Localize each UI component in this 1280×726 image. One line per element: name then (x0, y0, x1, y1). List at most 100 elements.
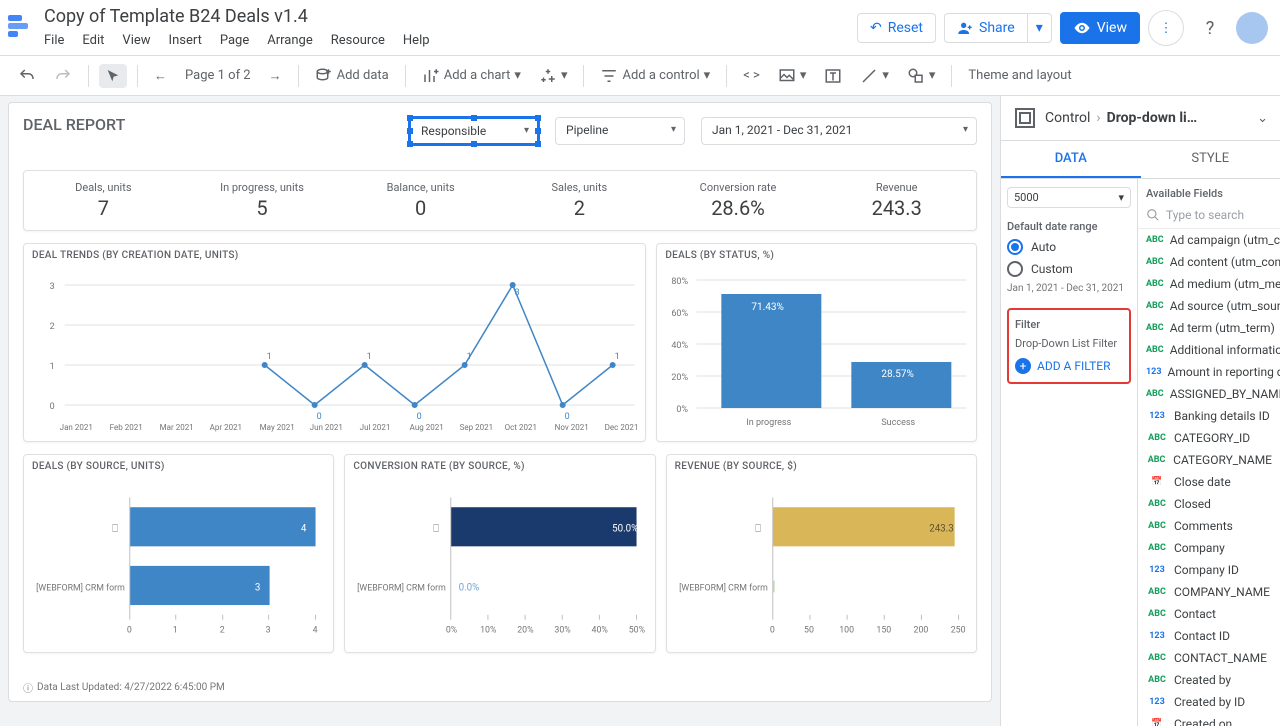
field-label: Banking details ID (1174, 409, 1270, 423)
svg-text:0: 0 (127, 625, 132, 635)
chevron-down-icon: ▾ (1118, 191, 1124, 204)
status-chart: 80%60%40%20%0% 71.43% 28.57% In progress… (665, 265, 968, 435)
field-item[interactable]: ABCAd content (utm_cont… (1138, 251, 1280, 273)
menu-view[interactable]: View (122, 33, 150, 48)
svg-text:2: 2 (50, 322, 55, 332)
field-item[interactable]: ABCAd term (utm_term) (1138, 317, 1280, 339)
redo-button[interactable] (48, 63, 78, 89)
text-button[interactable] (818, 63, 848, 89)
field-item[interactable]: ABCAd campaign (utm_ca… (1138, 229, 1280, 251)
menu-resource[interactable]: Resource (331, 33, 385, 48)
field-label: Created by ID (1174, 695, 1245, 709)
account-avatar[interactable] (1236, 12, 1268, 44)
field-item[interactable]: 📅Created on (1138, 713, 1280, 726)
field-item[interactable]: ABCCreated by (1138, 669, 1280, 691)
field-item[interactable]: ABCAdditional information (1138, 339, 1280, 361)
share-button[interactable]: Share (944, 13, 1028, 43)
line-button[interactable]: ▾ (854, 63, 895, 89)
svg-text:0: 0 (317, 412, 322, 422)
field-item[interactable]: ABCCompany (1138, 537, 1280, 559)
share-dropdown[interactable]: ▾ (1028, 13, 1052, 43)
field-item[interactable]: 📅Close date (1138, 471, 1280, 493)
filter-subtitle: Drop-Down List Filter (1015, 337, 1123, 350)
field-item[interactable]: 123Banking details ID (1138, 405, 1280, 427)
next-page[interactable]: → (263, 64, 288, 88)
field-search[interactable]: Type to search (1138, 204, 1280, 229)
ddr-label: Default date range (1007, 220, 1131, 233)
undo-button[interactable] (12, 63, 42, 89)
svg-text:Mar 2021: Mar 2021 (160, 423, 194, 432)
field-type-icon: 123 (1146, 631, 1168, 641)
tab-style[interactable]: STYLE (1141, 141, 1280, 178)
menu-edit[interactable]: Edit (82, 33, 104, 48)
looker-studio-logo[interactable] (8, 12, 36, 40)
field-item[interactable]: 123Amount in reporting c… (1138, 361, 1280, 383)
undo-icon: ↶ (870, 20, 882, 36)
field-type-icon: ABC (1146, 499, 1168, 509)
field-item[interactable]: ABCASSIGNED_BY_NAME (1138, 383, 1280, 405)
add-control-button[interactable]: Add a control▾ (594, 63, 716, 89)
image-button[interactable]: ▾ (772, 63, 813, 89)
more-vert-icon: ⋮ (1160, 21, 1173, 36)
field-item[interactable]: 123Contact ID (1138, 625, 1280, 647)
field-label: CONTACT_NAME (1174, 651, 1267, 665)
menu-arrange[interactable]: Arrange (267, 33, 312, 48)
radio-custom[interactable]: Custom (1007, 261, 1131, 277)
field-item[interactable]: ABCCONTACT_NAME (1138, 647, 1280, 669)
doc-title[interactable]: Copy of Template B24 Deals v1.4 (44, 4, 857, 27)
view-button[interactable]: View (1060, 12, 1140, 44)
field-item[interactable]: ABCAd source (utm_sourc… (1138, 295, 1280, 317)
field-item[interactable]: ABCCOMPANY_NAME (1138, 581, 1280, 603)
field-item[interactable]: ABCContact (1138, 603, 1280, 625)
svg-text:⎕: ⎕ (755, 524, 761, 535)
svg-text:Success: Success (882, 418, 916, 428)
field-item[interactable]: ABCCATEGORY_ID (1138, 427, 1280, 449)
menu-page[interactable]: Page (220, 33, 249, 48)
field-item[interactable]: 123Company ID (1138, 559, 1280, 581)
reset-button[interactable]: ↶Reset (857, 13, 936, 43)
field-item[interactable]: ABCClosed (1138, 493, 1280, 515)
field-item[interactable]: ABCAd medium (utm_med… (1138, 273, 1280, 295)
more-options-button[interactable]: ⋮ (1148, 10, 1184, 46)
field-label: Ad term (utm_term) (1170, 321, 1275, 335)
tab-data[interactable]: DATA (1001, 141, 1141, 178)
add-chart-button[interactable]: Add a chart▾ (416, 63, 527, 89)
radio-auto[interactable]: Auto (1007, 239, 1131, 255)
filter-daterange[interactable]: Jan 1, 2021 - Dec 31, 2021 (701, 117, 977, 145)
filter-pipeline[interactable]: Pipeline (555, 117, 685, 145)
chevron-down-icon[interactable]: ⌄ (1257, 111, 1268, 126)
report-canvas[interactable]: DEAL REPORT Responsible Pipeline Jan 1, … (8, 102, 992, 702)
add-filter-button[interactable]: +ADD A FILTER (1015, 358, 1123, 374)
help-button[interactable]: ? (1192, 10, 1228, 46)
select-tool[interactable] (99, 64, 127, 88)
field-type-icon: ABC (1146, 301, 1164, 311)
filter-responsible[interactable]: Responsible (409, 117, 539, 145)
field-item[interactable]: ABCComments (1138, 515, 1280, 537)
add-data-button[interactable]: Add data (309, 63, 395, 89)
svg-text:40%: 40% (592, 625, 609, 635)
svg-text:Nov 2021: Nov 2021 (555, 423, 589, 432)
conv-chart: 50.0% 0.0% 0%10%20%30%40%50% ⎕ [WEBFORM]… (353, 476, 646, 646)
page-label[interactable]: Page 1 of 2 (179, 64, 257, 87)
field-type-icon: ABC (1146, 279, 1164, 289)
shape-button[interactable]: ▾ (901, 63, 942, 89)
svg-text:0: 0 (769, 625, 774, 635)
menu-file[interactable]: File (44, 33, 64, 48)
menu-help[interactable]: Help (403, 33, 430, 48)
field-label: Additional information (1170, 343, 1280, 357)
menu-insert[interactable]: Insert (169, 33, 202, 48)
field-label: CATEGORY_NAME (1173, 453, 1272, 467)
svg-text:⎕: ⎕ (112, 524, 118, 535)
svg-text:243.3: 243.3 (929, 524, 954, 535)
crumb-root[interactable]: Control (1045, 110, 1090, 126)
svg-text:3: 3 (515, 288, 520, 298)
field-item[interactable]: ABCCATEGORY_NAME (1138, 449, 1280, 471)
metric-select[interactable]: 5000▾ (1007, 187, 1131, 208)
embed-button[interactable]: < > (737, 64, 766, 87)
sc-value: 7 (28, 196, 179, 220)
field-item[interactable]: 123Created by ID (1138, 691, 1280, 713)
prev-page[interactable]: ← (148, 64, 173, 88)
shape-icon (907, 67, 925, 85)
theme-button[interactable]: Theme and layout (962, 64, 1077, 87)
community-viz-button[interactable]: ▾ (533, 63, 574, 89)
